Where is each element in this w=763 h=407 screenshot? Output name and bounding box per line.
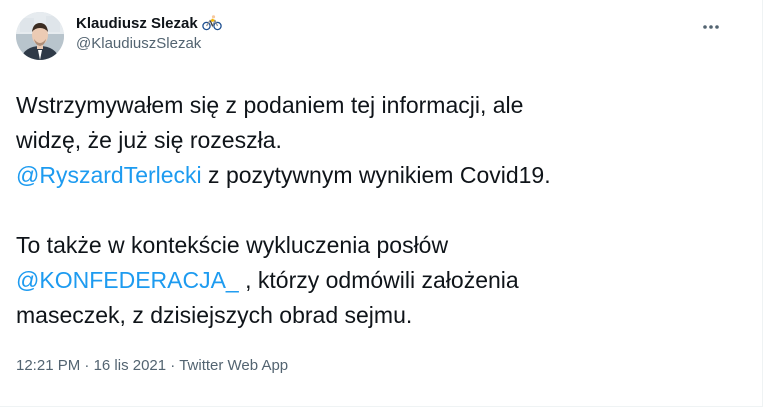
bicycle-emoji-icon xyxy=(201,15,222,31)
tweet-source-link[interactable]: Twitter Web App xyxy=(179,357,288,374)
tweet-card: Klaudiusz Slezak @KlaudiuszSlezak Wstrzy… xyxy=(0,0,763,407)
tweet-text-segment: z pozytywnym wynikiem Covid19. xyxy=(201,162,551,188)
author-info: Klaudiusz Slezak @KlaudiuszSlezak xyxy=(76,13,222,52)
tweet-text: Wstrzymywałem się z podaniem tej informa… xyxy=(16,88,736,333)
tweet-line: maseczek, z dzisiejszych obrad sejmu. xyxy=(16,298,736,333)
author-display-name[interactable]: Klaudiusz Slezak xyxy=(76,15,198,32)
tweet-line: @KONFEDERACJA_ , którzy odmówili założen… xyxy=(16,263,736,298)
tweet-text-segment: , którzy odmówili założenia xyxy=(238,267,519,293)
more-options-button[interactable] xyxy=(694,10,728,44)
mention-link-ryszardterlecki[interactable]: @RyszardTerlecki xyxy=(16,162,202,188)
meta-separator: · xyxy=(80,357,94,374)
display-name-row: Klaudiusz Slezak xyxy=(76,13,222,33)
tweet-text-segment: widzę, że już się rozeszła. xyxy=(16,127,282,153)
more-horizontal-icon xyxy=(703,25,719,29)
tweet-text-segment: Wstrzymywałem się z podaniem tej informa… xyxy=(16,92,524,118)
tweet-date-link[interactable]: 16 lis 2021 xyxy=(94,357,167,374)
tweet-text-segment: maseczek, z dzisiejszych obrad sejmu. xyxy=(16,302,413,328)
mention-link-konfederacja[interactable]: @KONFEDERACJA_ xyxy=(16,267,239,293)
tweet-metadata: 12:21 PM · 16 lis 2021 · Twitter Web App xyxy=(16,356,288,376)
tweet-line: To także w kontekście wykluczenia posłów xyxy=(16,228,736,263)
tweet-line: @RyszardTerlecki z pozytywnym wynikiem C… xyxy=(16,158,736,193)
tweet-line: Wstrzymywałem się z podaniem tej informa… xyxy=(16,88,736,123)
avatar-image xyxy=(16,12,64,60)
tweet-time-link[interactable]: 12:21 PM xyxy=(16,357,80,374)
avatar[interactable] xyxy=(16,12,64,60)
meta-separator: · xyxy=(166,357,180,374)
tweet-text-segment: To także w kontekście wykluczenia posłów xyxy=(16,232,449,258)
tweet-line: widzę, że już się rozeszła. xyxy=(16,123,736,158)
author-handle[interactable]: @KlaudiuszSlezak xyxy=(76,35,222,52)
